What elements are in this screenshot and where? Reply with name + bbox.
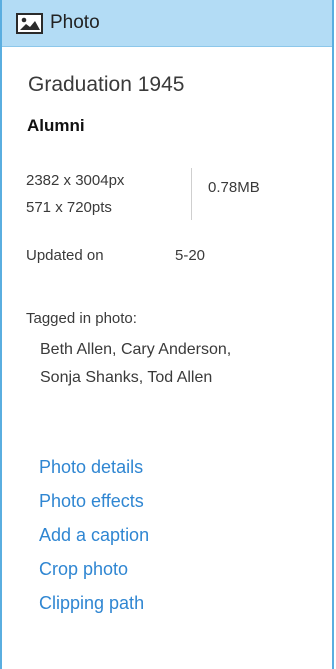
photo-panel: Photo Graduation 1945 Alumni 2382 x 3004… (0, 0, 334, 669)
tagged-names-line: Beth Allen, Cary Anderson, (40, 341, 232, 358)
updated-label: Updated on (26, 247, 104, 264)
photo-album: Alumni (27, 116, 85, 135)
updated-value: 5-20 (175, 247, 206, 264)
point-dimensions: 571 x 720pts (26, 199, 112, 216)
photo-effects-link[interactable]: Photo effects (39, 484, 149, 518)
file-size: 0.78MB (208, 179, 260, 196)
pixel-dimensions: 2382 x 3004px (26, 172, 125, 189)
photo-dimensions: 2382 x 3004px 571 x 720pts (26, 167, 124, 221)
tagged-names: Beth Allen, Cary Anderson, Sonja Shanks,… (40, 336, 320, 392)
panel-title: Photo (50, 12, 100, 33)
photo-title: Graduation 1945 (28, 73, 185, 96)
divider (191, 168, 192, 220)
updated-info: Updated on 5-20 (26, 247, 205, 264)
image-icon (16, 13, 43, 34)
photo-details-link[interactable]: Photo details (39, 450, 149, 484)
tagged-label: Tagged in photo: (26, 310, 137, 327)
crop-photo-link[interactable]: Crop photo (39, 552, 149, 586)
add-caption-link[interactable]: Add a caption (39, 518, 149, 552)
tagged-names-line: Sonja Shanks, Tod Allen (40, 369, 213, 386)
panel-header: Photo (2, 0, 332, 47)
photo-actions: Photo details Photo effects Add a captio… (39, 450, 149, 620)
clipping-path-link[interactable]: Clipping path (39, 586, 149, 620)
